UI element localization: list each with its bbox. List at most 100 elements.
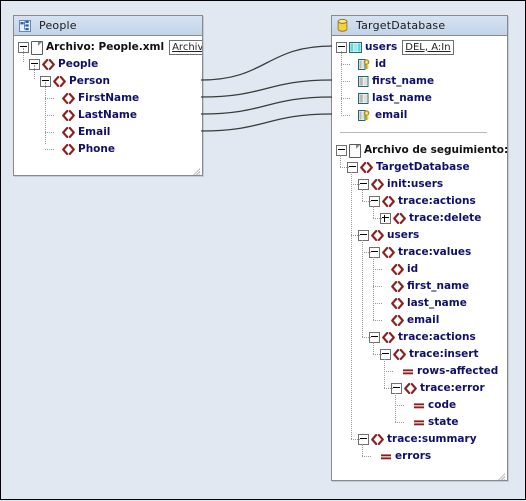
tree-row[interactable]: trace:error — [332, 380, 507, 397]
tree-row[interactable]: LastName — [14, 107, 202, 124]
tree-row[interactable]: TargetDatabase — [332, 159, 507, 176]
element-icon — [382, 332, 395, 343]
element-icon — [62, 144, 75, 155]
key-column-icon — [358, 110, 372, 121]
tree-row[interactable]: Archivo: People.xml Archivo, — [14, 39, 202, 56]
tree-row[interactable]: id — [332, 261, 507, 278]
tree-guide — [373, 354, 382, 355]
element-icon — [42, 59, 55, 70]
tree-row[interactable]: code — [332, 397, 507, 414]
element-icon — [391, 264, 404, 275]
element-icon — [62, 93, 75, 104]
source-component-header: People — [14, 16, 202, 36]
source-component-title: People — [39, 19, 77, 32]
tree-guide — [373, 342, 374, 354]
tree-row-label: Email — [78, 126, 111, 138]
source-tree[interactable]: Archivo: People.xml Archivo, People Person F… — [14, 36, 202, 175]
tree-row[interactable]: first_name — [332, 278, 507, 295]
tree-guide — [362, 201, 371, 202]
tree-guide — [373, 218, 382, 219]
tree-row[interactable]: last_name — [332, 90, 507, 107]
tree-guide — [45, 82, 46, 144]
tree-guide — [362, 252, 371, 253]
tree-row-label: users — [365, 41, 398, 53]
mapping-canvas: People Archivo: People.xml Archivo, People… — [0, 0, 526, 500]
tree-row[interactable]: first_name — [332, 73, 507, 90]
tree-row[interactable]: rows-affected — [332, 363, 507, 380]
tree-guide — [373, 257, 374, 320]
target-component-title: TargetDatabase — [356, 19, 446, 32]
tree-guide — [395, 422, 404, 423]
tree-row-label: TargetDatabase — [376, 161, 470, 173]
tree-guide — [384, 371, 393, 372]
tree-row-label: trace:error — [420, 382, 485, 394]
tree-row-label: People — [58, 58, 99, 70]
tree-row-label: email — [407, 314, 440, 326]
tree-row-label: LastName — [78, 109, 137, 121]
tree-row-label: FirstName — [78, 92, 140, 104]
collapse-toggle[interactable] — [336, 145, 347, 156]
tree-row-label: Phone — [78, 143, 115, 155]
tree-row[interactable]: email — [332, 312, 507, 329]
element-icon — [53, 76, 66, 87]
tree-row[interactable]: People — [14, 56, 202, 73]
tree-row-label: id — [407, 263, 419, 275]
tree-guide — [395, 393, 396, 422]
tree-row[interactable]: last_name — [332, 295, 507, 312]
row-action-tag[interactable]: DEL, A:In — [402, 40, 454, 55]
attribute-icon — [413, 417, 425, 428]
tree-row[interactable]: trace:values — [332, 244, 507, 261]
tree-row[interactable]: email — [332, 107, 507, 124]
tree-row-label: last_name — [372, 92, 432, 104]
tree-row[interactable]: Archivo de seguimiento: Tra — [332, 142, 507, 159]
tree-row-label: first_name — [407, 280, 470, 292]
tree-guide — [351, 235, 360, 236]
tree-row[interactable]: Phone — [14, 141, 202, 158]
tree-guide — [384, 388, 393, 389]
tree-row[interactable]: trace:actions — [332, 193, 507, 210]
resize-grip[interactable] — [190, 163, 201, 175]
tree-guide — [362, 456, 371, 457]
connection-line[interactable] — [200, 79, 333, 98]
tree-row[interactable]: trace:insert — [332, 346, 507, 363]
tree-row-label: rows-affected — [417, 365, 499, 377]
tree-row[interactable]: Person — [14, 73, 202, 90]
tree-row-label: init:users — [387, 178, 444, 190]
table-icon — [349, 42, 362, 53]
key-column-icon — [358, 59, 372, 70]
connection-line[interactable] — [200, 45, 333, 81]
document-icon — [349, 143, 361, 158]
connection-line[interactable] — [200, 96, 333, 115]
element-icon — [360, 162, 373, 173]
element-icon — [393, 213, 406, 224]
tree-row-label: first_name — [372, 75, 435, 87]
tree-row[interactable]: users DEL, A:In — [332, 39, 507, 56]
attribute-icon — [380, 451, 392, 462]
attribute-icon — [402, 366, 414, 377]
tree-row-label: state — [428, 416, 459, 428]
tree-row-label: trace:actions — [398, 331, 476, 343]
resize-grip[interactable] — [495, 468, 506, 480]
tree-row[interactable]: id — [332, 56, 507, 73]
element-icon — [393, 349, 406, 360]
tree-row[interactable]: FirstName — [14, 90, 202, 107]
tree-row[interactable]: trace:actions — [332, 329, 507, 346]
tree-row[interactable]: errors — [332, 448, 507, 465]
tree-row[interactable]: trace:delete — [332, 210, 507, 227]
target-component-targetdatabase[interactable]: TargetDatabase users DEL, A:In id first_nam… — [331, 15, 508, 481]
tree-guide — [351, 439, 360, 440]
tree-row[interactable]: state — [332, 414, 507, 431]
database-icon — [337, 19, 348, 32]
tree-guide — [340, 167, 349, 168]
tree-guide — [341, 64, 350, 65]
tree-guide — [23, 48, 24, 62]
row-action-tag[interactable]: Archivo, — [169, 40, 202, 55]
tree-row-label: last_name — [407, 297, 467, 309]
connection-line[interactable] — [200, 113, 333, 132]
attribute-icon — [413, 400, 425, 411]
tree-guide — [362, 189, 363, 201]
target-tree[interactable]: users DEL, A:In id first_name last_name email… — [332, 36, 507, 480]
source-component-people[interactable]: People Archivo: People.xml Archivo, People… — [13, 15, 203, 176]
tree-row[interactable]: Email — [14, 124, 202, 141]
tree-row-label: trace:summary — [387, 433, 477, 445]
